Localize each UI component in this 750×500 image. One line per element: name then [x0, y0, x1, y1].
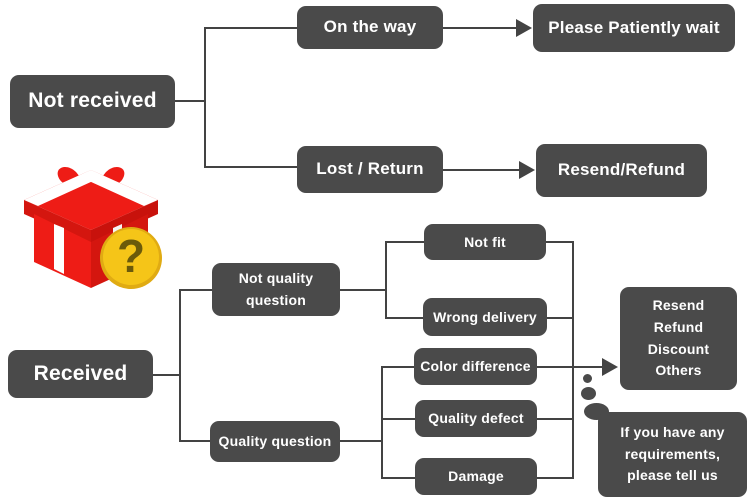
speech-bubble-dot-small: [583, 374, 592, 383]
connector-to-not-quality-question: [179, 289, 213, 291]
connector-lost-return-to-resend: [443, 169, 523, 171]
connector-to-not-fit: [385, 241, 425, 243]
node-not-fit[interactable]: Not fit: [424, 224, 546, 260]
connector-quality-stem: [340, 440, 383, 442]
node-outcomes[interactable]: Resend Refund Discount Others: [620, 287, 737, 390]
node-color-difference[interactable]: Color difference: [414, 348, 537, 385]
connector-to-color-difference: [381, 366, 416, 368]
connector-merge-to-outcomes: [572, 366, 606, 368]
connector-color-difference-merge: [537, 366, 574, 368]
node-damage[interactable]: Damage: [415, 458, 537, 495]
connector-wrong-delivery-merge: [547, 317, 574, 319]
requirements-message-line2: requirements,: [624, 445, 721, 462]
gift-box-question-icon: ?: [18, 158, 170, 294]
node-not-quality-question-line1: Not quality: [238, 269, 314, 286]
node-quality-question[interactable]: Quality question: [210, 421, 340, 462]
node-lost-return[interactable]: Lost / Return: [297, 146, 443, 193]
node-quality-defect[interactable]: Quality defect: [415, 400, 537, 437]
connector-not-quality-split: [385, 241, 387, 318]
connector-damage-merge: [537, 477, 574, 479]
outcome-item: Discount: [647, 340, 710, 357]
node-resend-refund[interactable]: Resend/Refund: [536, 144, 707, 197]
flowchart-canvas: Not received On the way Please Patiently…: [0, 0, 750, 500]
speech-bubble-dot-medium: [581, 387, 596, 400]
connector-to-damage: [381, 477, 416, 479]
node-requirements-message[interactable]: If you have any requirements, please tel…: [598, 412, 747, 497]
connector-to-on-the-way: [204, 27, 298, 29]
connector-on-the-way-to-wait: [443, 27, 520, 29]
node-please-patiently-wait[interactable]: Please Patiently wait: [533, 4, 735, 52]
connector-not-fit-merge: [546, 241, 574, 243]
connector-not-received-stem: [175, 100, 206, 102]
outcome-item: Refund: [653, 318, 704, 335]
connector-not-quality-stem: [340, 289, 387, 291]
connector-received-stem: [153, 374, 181, 376]
connector-to-quality-question: [179, 440, 213, 442]
connector-to-quality-defect: [381, 418, 416, 420]
connector-to-wrong-delivery: [385, 317, 425, 319]
node-wrong-delivery[interactable]: Wrong delivery: [423, 298, 547, 336]
outcome-item: Resend: [652, 297, 705, 314]
connector-quality-defect-merge: [537, 418, 574, 420]
connector-outcomes-merge-rail: [572, 241, 574, 479]
node-received[interactable]: Received: [8, 350, 153, 398]
connector-quality-split: [381, 366, 383, 478]
requirements-message-line3: please tell us: [627, 467, 718, 484]
arrowhead-on-the-way-to-wait: [516, 19, 532, 37]
svg-text:?: ?: [117, 230, 145, 282]
node-not-received[interactable]: Not received: [10, 75, 175, 128]
outcome-item: Others: [655, 362, 702, 379]
node-on-the-way[interactable]: On the way: [297, 6, 443, 49]
arrowhead-lost-return-to-resend: [519, 161, 535, 179]
connector-received-split: [179, 289, 181, 441]
connector-not-received-split: [204, 27, 206, 167]
requirements-message-line1: If you have any: [620, 423, 725, 440]
node-not-quality-question-line2: question: [246, 291, 306, 308]
node-not-quality-question[interactable]: Not quality question: [212, 263, 340, 316]
arrowhead-merge-to-outcomes: [602, 358, 618, 376]
connector-to-lost-return: [204, 166, 298, 168]
